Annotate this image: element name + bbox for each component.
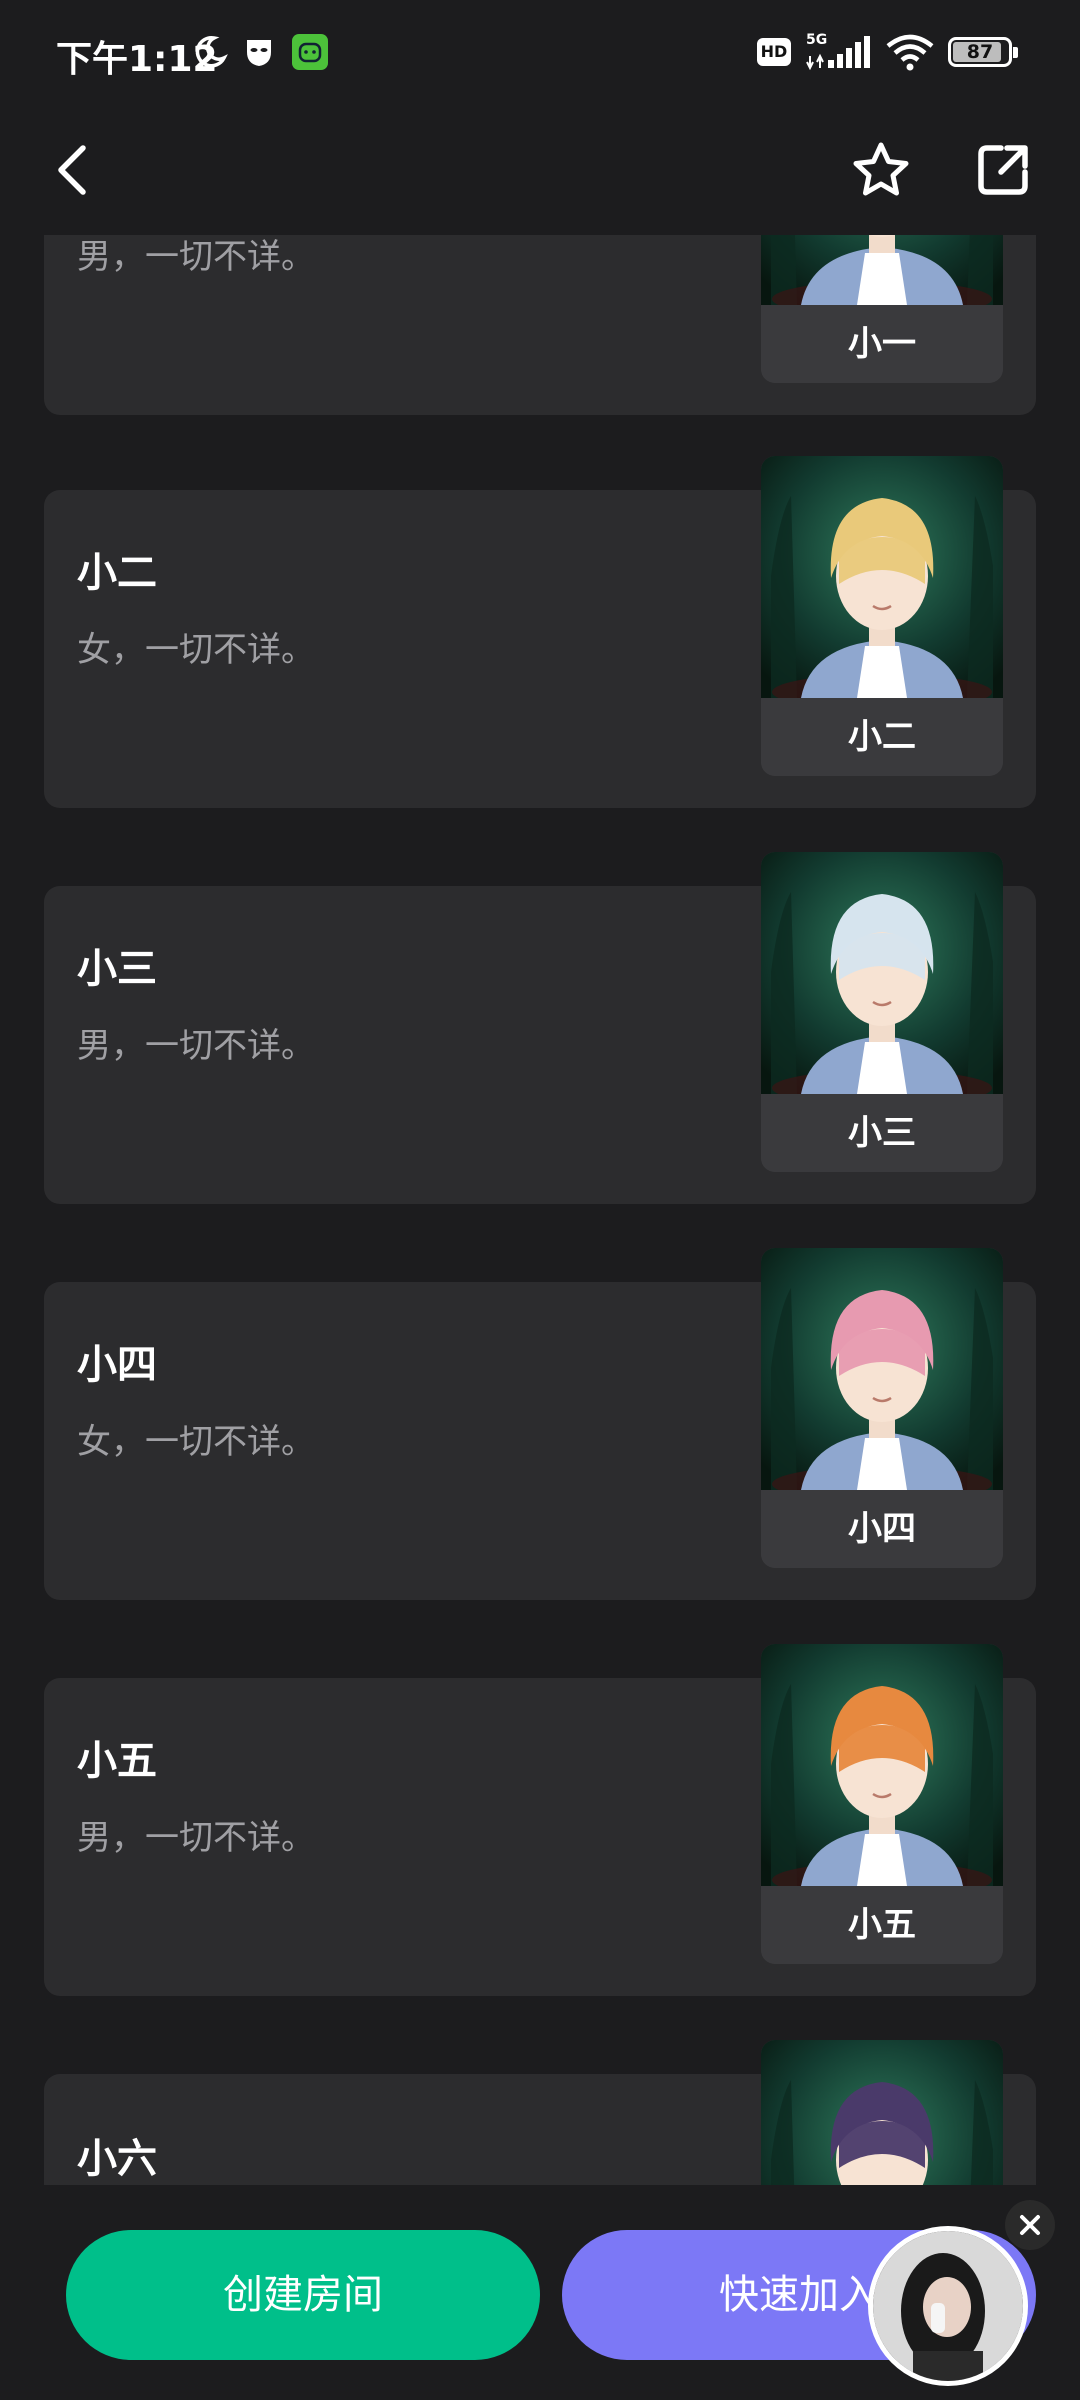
status-bar: 下午1:12 HD 5G 87 (0, 0, 1080, 105)
character-portrait: 小五 (761, 1644, 1003, 1964)
back-button[interactable] (28, 125, 118, 215)
character-name: 小三 (77, 946, 157, 992)
character-name: 小四 (77, 1342, 157, 1388)
portrait-name-label: 小二 (761, 698, 1003, 776)
moon-icon (195, 36, 228, 68)
battery-icon: 87 (948, 37, 1018, 67)
android-app-icon (292, 34, 328, 70)
character-name: 小六 (77, 2136, 157, 2182)
character-description: 女，一切不详。 (77, 1422, 315, 1462)
character-avatar (761, 1644, 1003, 1886)
portrait-name-label: 小一 (761, 305, 1003, 383)
portrait-name-label: 小三 (761, 1094, 1003, 1172)
character-card[interactable]: 小四 女，一切不详。 小四 (44, 1248, 1036, 1600)
character-portrait (761, 2040, 1003, 2185)
share-button[interactable] (958, 125, 1048, 215)
character-portrait: 小二 (761, 456, 1003, 776)
character-card[interactable]: 小一 男，一切不详。 小一 (44, 235, 1036, 415)
character-portrait: 小三 (761, 852, 1003, 1172)
avatar-photo (873, 2231, 1023, 2381)
character-portrait: 小一 (761, 235, 1003, 383)
character-card[interactable]: 小六 (44, 2040, 1036, 2185)
character-avatar (761, 235, 1003, 305)
top-nav-bar (0, 105, 1080, 235)
hd-icon: HD (757, 38, 791, 66)
character-card[interactable]: 小三 男，一切不详。 小三 (44, 852, 1036, 1204)
floating-user-avatar[interactable] (868, 2226, 1028, 2386)
mask-icon (247, 40, 271, 66)
close-floating-button[interactable] (1005, 2200, 1055, 2250)
character-description: 男，一切不详。 (77, 1818, 315, 1858)
character-description: 男，一切不详。 (77, 1026, 315, 1066)
character-description: 男，一切不详。 (77, 237, 315, 277)
star-icon (853, 142, 909, 196)
wifi-icon (886, 34, 934, 71)
external-link-icon (978, 145, 1028, 195)
chevron-left-icon (58, 145, 86, 195)
battery-level: 87 (966, 41, 994, 63)
character-avatar (761, 852, 1003, 1094)
character-card[interactable]: 小五 男，一切不详。 小五 (44, 1644, 1036, 1996)
character-card[interactable]: 小二 女，一切不详。 小二 (44, 456, 1036, 808)
close-icon (1020, 2215, 1040, 2235)
character-name: 小五 (77, 1738, 157, 1784)
signal-icon (806, 36, 870, 70)
character-avatar (761, 2040, 1003, 2185)
character-name: 小二 (77, 550, 157, 596)
character-avatar (761, 456, 1003, 698)
favorite-button[interactable] (836, 125, 926, 215)
portrait-name-label: 小五 (761, 1886, 1003, 1964)
character-portrait: 小四 (761, 1248, 1003, 1568)
character-list[interactable]: 小一 男，一切不详。 小一 小二 女，一切不详。 小二 小三 男，一切不详。 小… (0, 235, 1080, 2185)
portrait-name-label: 小四 (761, 1490, 1003, 1568)
character-description: 女，一切不详。 (77, 630, 315, 670)
create-room-button[interactable]: 创建房间 (66, 2230, 540, 2360)
character-avatar (761, 1248, 1003, 1490)
